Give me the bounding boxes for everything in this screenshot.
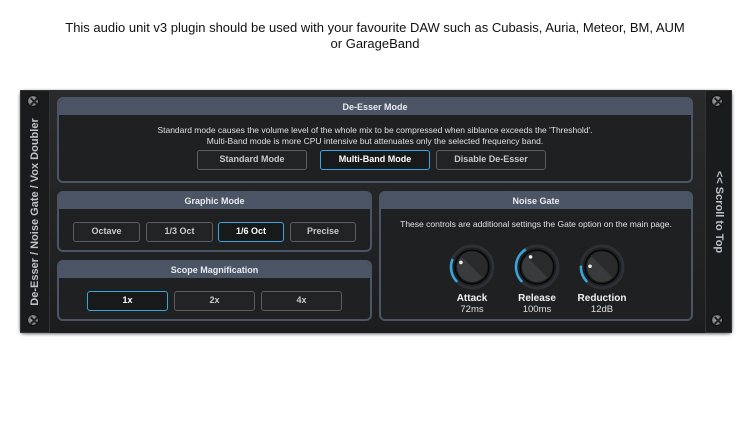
scope-magnification-title: Scope Magnification: [59, 262, 370, 278]
noise-gate-panel: Noise Gate These controls are additional…: [379, 191, 693, 321]
scope-magnification-panel: Scope Magnification 1x 2x 4x: [57, 260, 372, 321]
knob-dial-icon[interactable]: [448, 243, 496, 291]
reduction-knob[interactable]: Reduction 12dB: [577, 243, 627, 315]
scroll-to-top-link[interactable]: << Scroll to Top: [713, 170, 725, 252]
graphic-mode-title: Graphic Mode: [59, 193, 370, 209]
noise-gate-title: Noise Gate: [381, 193, 691, 209]
de-esser-desc-2: Multi-Band mode is more CPU intensive bu…: [206, 135, 544, 146]
caption-line-1: This audio unit v3 plugin should be used…: [65, 20, 685, 35]
caption-line-2: or GarageBand: [330, 36, 420, 51]
screw-icon: [27, 95, 39, 107]
octave-button[interactable]: Octave: [73, 222, 140, 242]
screw-icon: [711, 314, 723, 326]
knob-dial-icon[interactable]: [513, 243, 561, 291]
zoom-2x-button[interactable]: 2x: [174, 291, 255, 311]
release-knob[interactable]: Release 100ms: [512, 243, 562, 315]
disable-de-esser-button[interactable]: Disable De-Esser: [436, 150, 546, 170]
zoom-1x-button[interactable]: 1x: [87, 291, 168, 311]
graphic-mode-panel: Graphic Mode Octave 1/3 Oct 1/6 Oct Prec…: [57, 191, 372, 252]
noise-gate-desc: These controls are additional settings t…: [400, 219, 672, 229]
de-esser-desc-1: Standard mode causes the volume level of…: [157, 125, 593, 135]
knob-label: Reduction: [577, 293, 627, 304]
knob-value: 12dB: [590, 304, 614, 315]
standard-mode-button[interactable]: Standard Mode: [197, 150, 307, 170]
knob-value: 72ms: [460, 304, 484, 315]
precise-button[interactable]: Precise: [290, 222, 356, 242]
plugin-rack: De-Esser / Noise Gate / Vox Doubler << S…: [20, 90, 732, 333]
screw-icon: [711, 95, 723, 107]
attack-knob[interactable]: Attack 72ms: [447, 243, 497, 315]
sixth-octave-button[interactable]: 1/6 Oct: [218, 222, 284, 242]
knob-label: Release: [518, 293, 556, 304]
scroll-to-top-strip[interactable]: << Scroll to Top: [705, 90, 732, 333]
de-esser-title: De-Esser Mode: [59, 99, 691, 115]
left-strip: De-Esser / Noise Gate / Vox Doubler: [20, 90, 50, 333]
de-esser-panel: De-Esser Mode Standard mode causes the v…: [57, 97, 693, 183]
multi-band-mode-button[interactable]: Multi-Band Mode: [320, 150, 430, 170]
left-strip-title: De-Esser / Noise Gate / Vox Doubler: [29, 117, 41, 306]
knob-dial-icon[interactable]: [578, 243, 626, 291]
screw-icon: [27, 314, 39, 326]
knob-label: Attack: [456, 293, 488, 304]
knob-value: 100ms: [522, 304, 552, 315]
zoom-4x-button[interactable]: 4x: [261, 291, 342, 311]
third-octave-button[interactable]: 1/3 Oct: [146, 222, 213, 242]
